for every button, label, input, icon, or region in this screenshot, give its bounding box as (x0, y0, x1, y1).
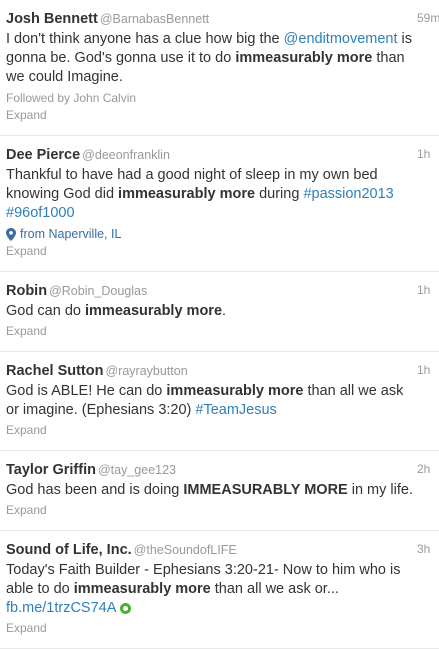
tweet-link[interactable]: #passion2013 (303, 186, 393, 202)
tweet-item[interactable]: Robin @Robin_Douglas 1h God can do immeasur… (0, 272, 439, 352)
tweet-text-highlight: immeasurably more (118, 186, 256, 202)
tweet-text: God is ABLE! He can do immeasurably more… (6, 382, 417, 420)
tweet-location-text: from Naperville, IL (20, 227, 122, 241)
tweet-expand-link[interactable]: Expand (6, 423, 47, 437)
tweet-text-highlight: immeasurably more (73, 581, 211, 597)
tweet-timestamp[interactable]: 1h (417, 283, 439, 297)
tweet-author-handle[interactable]: @BarnabasBennett (100, 12, 209, 26)
tweet-text-segment: I don't think anyone has a clue how big … (6, 31, 284, 47)
tweet-item[interactable]: Sound of Life, Inc. @theSoundofLIFE 3h Toda… (0, 531, 439, 649)
tweet-text: Thankful to have had a good night of sle… (6, 166, 417, 223)
tweet-item[interactable]: Josh Bennett @BarnabasBennett 59m I don't t… (0, 0, 439, 136)
tweet-header: Dee Pierce @deeonfranklin 1h (6, 146, 430, 166)
tweet-timestamp[interactable]: 1h (417, 363, 439, 377)
tweet-author-handle[interactable]: @rayraybutton (105, 364, 187, 378)
tweet-author-name[interactable]: Taylor Griffin (6, 462, 96, 478)
facebook-app-icon[interactable] (120, 602, 132, 614)
tweet-author-name[interactable]: Sound of Life, Inc. (6, 542, 132, 558)
tweet-text: I don't think anyone has a clue how big … (6, 30, 417, 87)
tweet-author-name[interactable]: Dee Pierce (6, 147, 80, 163)
tweet-link[interactable]: fb.me/1trzCS74A (6, 600, 116, 616)
tweet-link[interactable]: #TeamJesus (195, 402, 276, 418)
tweet-text-highlight: immeasurably more (235, 50, 373, 66)
tweet-text-segment: in my life. (347, 482, 413, 498)
tweet-header: Josh Bennett @BarnabasBennett 59m (6, 10, 439, 30)
tweet-text-segment: than all we ask or... (210, 581, 339, 597)
tweet-header: Rachel Sutton @rayraybutton 1h (6, 362, 430, 382)
tweet-link[interactable]: @enditmovement (284, 31, 398, 47)
tweet-author-handle[interactable]: @tay_gee123 (98, 463, 176, 477)
tweet-author-name[interactable]: Josh Bennett (6, 11, 98, 27)
tweet-expand-link[interactable]: Expand (6, 503, 47, 517)
tweet-context: Followed by John Calvin (6, 91, 137, 105)
tweet-header: Sound of Life, Inc. @theSoundofLIFE 3h (6, 541, 430, 561)
tweet-text-highlight: immeasurably more (166, 383, 304, 399)
tweet-location[interactable]: from Naperville, IL (6, 227, 417, 241)
map-pin-icon (6, 227, 16, 241)
tweet-expand-link[interactable]: Expand (6, 108, 47, 122)
tweet-timestamp[interactable]: 59m (417, 11, 439, 25)
tweet-author-name[interactable]: Robin (6, 283, 47, 299)
tweet-text: Today's Faith Builder - Ephesians 3:20-2… (6, 561, 417, 618)
tweet-timestamp[interactable]: 3h (417, 542, 439, 556)
tweet-expand-link[interactable]: Expand (6, 324, 47, 338)
tweet-header: Robin @Robin_Douglas 1h (6, 282, 430, 302)
tweet-text-segment: God has been and is doing (6, 482, 184, 498)
tweet-author-handle[interactable]: @deeonfranklin (82, 148, 170, 162)
tweet-author-handle[interactable]: @theSoundofLIFE (134, 543, 237, 557)
tweet-item[interactable]: Dee Pierce @deeonfranklin 1h Thankful to ha… (0, 136, 439, 272)
tweet-stream: Josh Bennett @BarnabasBennett 59m I don't t… (0, 0, 439, 649)
tweet-text-segment: God is ABLE! He can do (6, 383, 167, 399)
tweet-text-segment: . (222, 303, 227, 319)
tweet-timestamp[interactable]: 2h (417, 462, 439, 476)
tweet-author-name[interactable]: Rachel Sutton (6, 363, 103, 379)
tweet-text-highlight: immeasurably more (85, 303, 223, 319)
tweet-link[interactable]: #96of1000 (6, 205, 75, 221)
tweet-expand-link[interactable]: Expand (6, 244, 47, 258)
tweet-header: Taylor Griffin @tay_gee123 2h (6, 461, 430, 481)
tweet-text-highlight: IMMEASURABLY MORE (183, 482, 348, 498)
tweet-item[interactable]: Taylor Griffin @tay_gee123 2h God has been … (0, 451, 439, 531)
tweet-expand-link[interactable]: Expand (6, 621, 47, 635)
tweet-text: God can do immeasurably more. (6, 302, 417, 321)
tweet-text-segment: during (255, 186, 304, 202)
tweet-author-handle[interactable]: @Robin_Douglas (49, 284, 147, 298)
tweet-timestamp[interactable]: 1h (417, 147, 439, 161)
tweet-item[interactable]: Rachel Sutton @rayraybutton 1h God is ABLE!… (0, 352, 439, 451)
tweet-text-segment: God can do (6, 303, 85, 319)
tweet-text: God has been and is doing IMMEASURABLY M… (6, 481, 417, 500)
